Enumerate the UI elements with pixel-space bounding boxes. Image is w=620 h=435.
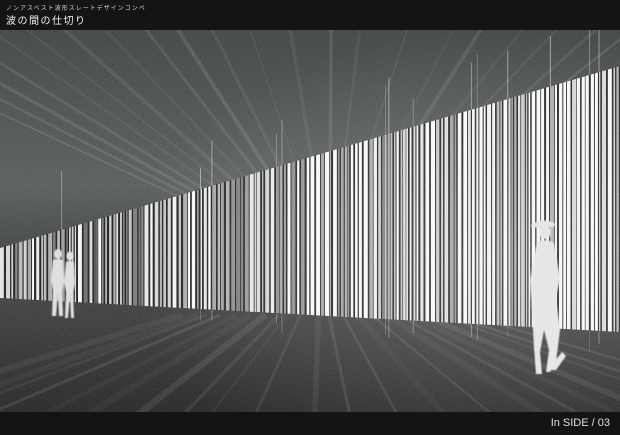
rendering-canvas [0, 30, 620, 412]
presentation-board: ノンアスベスト波形スレートデザインコンペ 波の間の仕切り In SIDE / 0… [0, 0, 620, 435]
header-bar: ノンアスベスト波形スレートデザインコンペ 波の間の仕切り [0, 0, 620, 30]
interior-rendering [0, 30, 620, 412]
project-title: 波の間の仕切り [6, 16, 87, 27]
page-label: In SIDE / 03 [550, 417, 610, 429]
footer-bar: In SIDE / 03 [0, 412, 620, 435]
film-grain [0, 30, 620, 412]
competition-subtitle: ノンアスベスト波形スレートデザインコンペ [6, 5, 146, 12]
